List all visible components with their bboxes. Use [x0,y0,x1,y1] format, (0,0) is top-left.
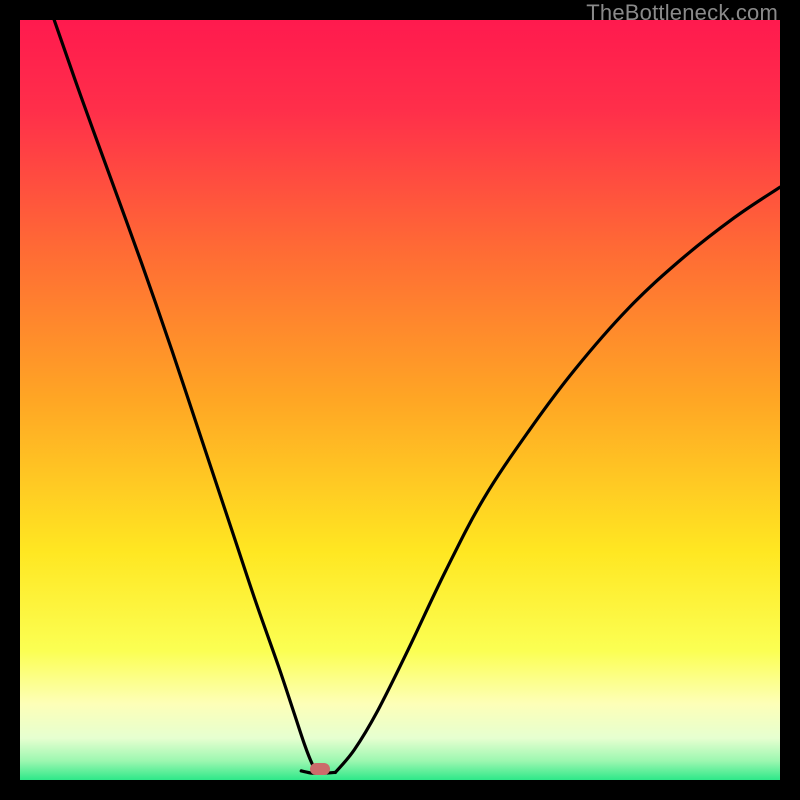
minimum-marker [310,763,330,775]
bottleneck-chart [20,20,780,780]
chart-frame [20,20,780,780]
